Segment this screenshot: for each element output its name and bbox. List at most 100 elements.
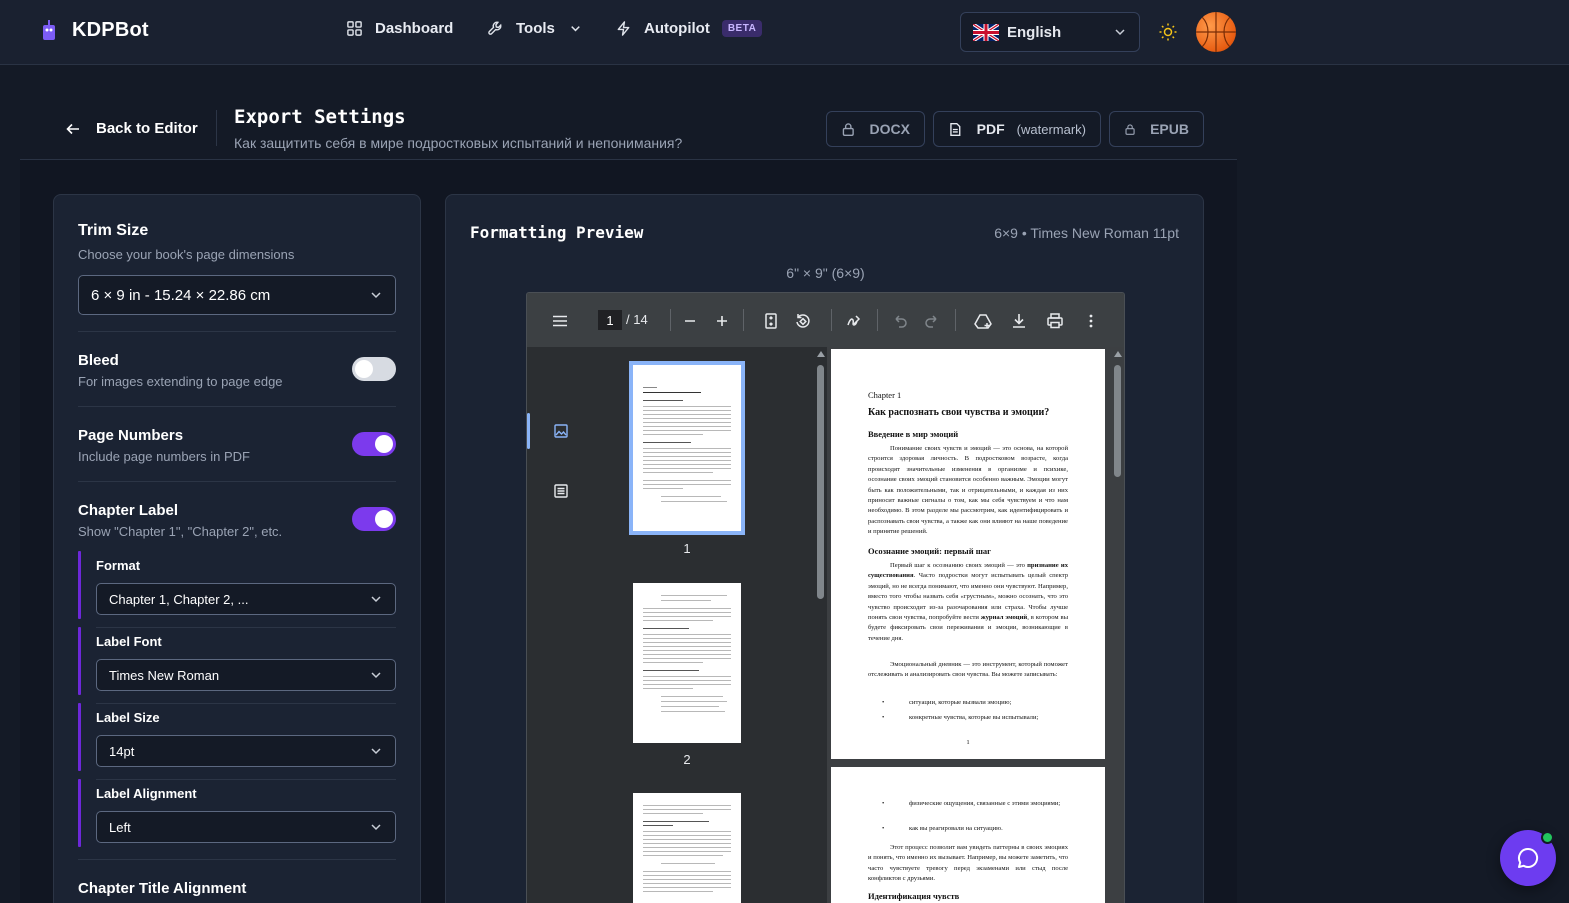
label-alignment-value: Left	[109, 819, 131, 835]
chapter-heading: Как распознать свои чувства и эмоции?	[868, 407, 1050, 418]
zoom-in-icon[interactable]	[713, 312, 731, 330]
language-select[interactable]: English	[960, 12, 1140, 52]
nav-tools[interactable]: Tools	[487, 20, 584, 37]
print-icon[interactable]	[1046, 312, 1064, 330]
file-text-icon	[950, 122, 961, 136]
redo-icon[interactable]	[923, 312, 941, 330]
toolbar-divider	[877, 309, 878, 331]
scroll-up-icon[interactable]	[817, 351, 825, 357]
thumbnail-page-number: 2	[683, 752, 691, 767]
trim-size-value: 6 × 9 in - 15.24 × 22.86 cm	[91, 286, 271, 304]
chevron-down-icon	[371, 292, 381, 299]
label-format-value: Chapter 1, Chapter 2, ...	[109, 591, 249, 607]
scrollbar-thumb[interactable]	[1114, 365, 1121, 477]
book-title: Как защитить себя в мире подростковых ис…	[234, 135, 683, 151]
list-item: конкретные чувства, которые вы испытывал…	[882, 713, 1068, 724]
download-icon[interactable]	[1010, 312, 1028, 330]
chevron-down-icon	[371, 748, 381, 755]
nested-indicator	[78, 627, 81, 695]
lock-icon	[1125, 123, 1135, 135]
chapter-label-desc: Show "Chapter 1", "Chapter 2", etc.	[78, 524, 283, 539]
basketball-icon	[1196, 12, 1236, 52]
thumbnail-page-number: 1	[683, 541, 691, 556]
chapter-label: Chapter 1	[868, 390, 902, 400]
label-size-value: 14pt	[109, 743, 135, 759]
export-pdf-button[interactable]: PDF (watermark)	[933, 111, 1101, 147]
pdf-viewer: 1 / 14 1 2 Chapter 1 Как распознать свои…	[526, 292, 1125, 903]
preview-meta: 6×9 • Times New Roman 11pt	[994, 225, 1179, 241]
beta-badge: BETA	[721, 20, 763, 37]
trim-size-select[interactable]: 6 × 9 in - 15.24 × 22.86 cm	[78, 275, 396, 315]
list-item: как вы реагировали на ситуацию.	[882, 824, 1068, 835]
page-number-input[interactable]: 1	[598, 310, 622, 330]
thumbnail-list: 1 2	[595, 347, 815, 903]
chapter-label-toggle[interactable]	[352, 507, 396, 531]
divider	[78, 406, 396, 407]
list-item: ситуации, которые вызвали эмоцию;	[882, 698, 1068, 709]
wrench-icon	[488, 21, 502, 35]
section-heading: Введение в мир эмоций	[868, 429, 959, 439]
label-size-select[interactable]: 14pt	[96, 735, 396, 767]
user-avatar[interactable]	[1196, 12, 1236, 52]
divider	[78, 331, 396, 332]
outline-list-icon[interactable]	[553, 483, 569, 499]
chapter-title-alignment-title: Chapter Title Alignment	[78, 880, 247, 897]
back-to-editor-button[interactable]: Back to Editor	[66, 120, 198, 137]
pdf-page-area: Chapter 1 Как распознать свои чувства и …	[827, 347, 1112, 903]
export-docx-button[interactable]: DOCX	[826, 111, 925, 147]
sun-icon[interactable]	[1158, 22, 1178, 42]
zoom-out-icon[interactable]	[681, 312, 699, 330]
preview-title: Formatting Preview	[470, 223, 644, 242]
label-size-label: Label Size	[96, 710, 160, 725]
active-indicator	[527, 413, 530, 449]
chevron-down-icon	[371, 824, 381, 831]
page-numbers-toggle[interactable]	[352, 432, 396, 456]
scroll-up-icon[interactable]	[1114, 351, 1122, 357]
fit-page-icon[interactable]	[762, 312, 780, 330]
language-label: English	[1007, 23, 1062, 41]
page-numbers-desc: Include page numbers in PDF	[78, 449, 250, 464]
chapter-label-title: Chapter Label	[78, 502, 179, 519]
annotate-pen-icon[interactable]	[845, 312, 863, 330]
brand[interactable]: KDPBot	[40, 18, 149, 42]
list-item-text: физические ощущения, связанные с этими э…	[909, 800, 1061, 807]
lock-icon	[842, 122, 854, 136]
page-scrollbar[interactable]	[1112, 347, 1124, 903]
scrollbar-thumb[interactable]	[817, 365, 824, 599]
text-run: Первый шаг к осознанию своих эмоций — эт…	[890, 562, 1025, 569]
nav-autopilot[interactable]: Autopilot BETA	[615, 20, 763, 37]
trim-size-desc: Choose your book's page dimensions	[78, 247, 295, 262]
export-epub-button[interactable]: EPUB	[1109, 111, 1204, 147]
rotate-icon[interactable]	[794, 312, 812, 330]
pdf-label: PDF	[976, 121, 1005, 137]
page-thumbnail[interactable]	[629, 361, 745, 535]
top-nav: KDPBot Dashboard Tools Autopilot BETA En…	[0, 0, 1569, 65]
image-thumbnails-icon[interactable]	[553, 423, 569, 439]
paragraph: Первый шаг к осознанию своих эмоций — эт…	[868, 561, 1068, 644]
list-item-text: конкретные чувства, которые вы испытывал…	[909, 714, 1039, 721]
undo-icon[interactable]	[891, 312, 909, 330]
page-numbers-title: Page Numbers	[78, 427, 184, 444]
page-thumbnail[interactable]	[633, 583, 741, 743]
dashboard-grid-icon	[347, 21, 362, 36]
drive-upload-icon[interactable]	[974, 312, 992, 330]
thumbnail-rail	[527, 347, 595, 903]
chevron-down-icon	[371, 672, 381, 679]
robot-logo-icon	[43, 20, 55, 40]
bleed-toggle[interactable]	[352, 357, 396, 381]
label-alignment-select[interactable]: Left	[96, 811, 396, 843]
chevron-down-icon	[371, 596, 381, 603]
paragraph: Понимание своих чувств и эмоций — это ос…	[868, 445, 1068, 536]
docx-label: DOCX	[869, 121, 910, 137]
nav-dashboard[interactable]: Dashboard	[346, 20, 453, 37]
menu-icon[interactable]	[551, 312, 569, 330]
more-vertical-icon[interactable]	[1082, 312, 1100, 330]
toggle-knob	[355, 360, 373, 378]
thumbnail-scrollbar[interactable]	[815, 347, 827, 903]
online-status-dot	[1541, 831, 1554, 844]
pdf-page: физические ощущения, связанные с этими э…	[831, 767, 1105, 903]
page-thumbnail[interactable]	[633, 793, 741, 903]
label-font-select[interactable]: Times New Roman	[96, 659, 396, 691]
label-format-select[interactable]: Chapter 1, Chapter 2, ...	[96, 583, 396, 615]
page-number: 1	[966, 739, 970, 746]
